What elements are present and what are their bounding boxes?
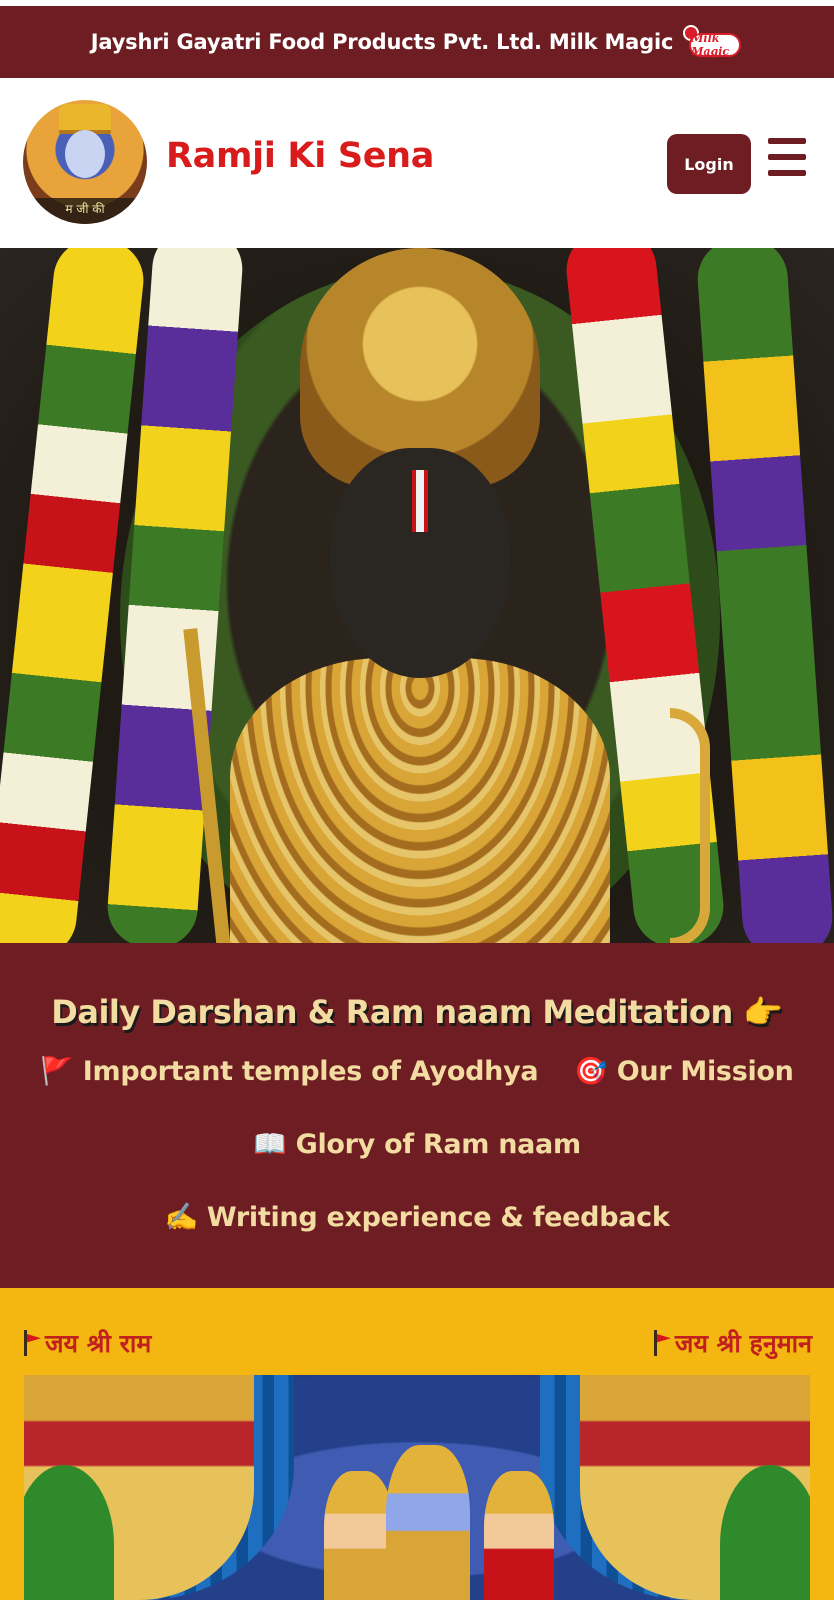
- site-title[interactable]: Ramji Ki Sena: [166, 136, 434, 176]
- menu-bar-top: [768, 138, 806, 144]
- deity-figure-sita: [484, 1471, 554, 1600]
- glory-link[interactable]: 📖 Glory of Ram naam: [253, 1128, 581, 1160]
- chant-right: जय श्री हनुमान: [653, 1326, 812, 1360]
- hamburger-menu-icon[interactable]: [768, 138, 808, 176]
- links-row: ✍️ Writing experience & feedback: [0, 1201, 834, 1233]
- links-row: 🚩 Important temples of Ayodhya 🎯 Our Mis…: [0, 1055, 834, 1087]
- deity-figure-ram: [386, 1445, 470, 1600]
- hero-image: [0, 248, 834, 943]
- deity-figure-lakshman: [324, 1471, 394, 1600]
- golden-bow: [670, 708, 710, 943]
- chant-left: जय श्री राम: [24, 1326, 151, 1360]
- chant-right-text: जय श्री हनुमान: [674, 1329, 812, 1358]
- menu-bar-bottom: [768, 170, 806, 176]
- flag-pole-icon: [653, 1330, 657, 1356]
- flag-icon: [656, 1334, 671, 1343]
- idol-jewellery: [230, 658, 610, 943]
- ram-darbar-banner: जय श्री राम जय श्री हनुमान: [0, 1288, 834, 1600]
- site-logo[interactable]: म जी की: [23, 100, 147, 224]
- flag-icon: [27, 1334, 41, 1343]
- links-row: 📖 Glory of Ram naam: [0, 1128, 834, 1160]
- temples-link[interactable]: 🚩 Important temples of Ayodhya: [40, 1055, 538, 1087]
- login-button[interactable]: Login: [667, 134, 751, 194]
- announcement-text: Jayshri Gayatri Food Products Pvt. Ltd. …: [90, 30, 674, 54]
- milk-magic-logo: Milk Magic: [683, 25, 743, 59]
- flag-pole-icon: [24, 1330, 27, 1356]
- quick-links-panel: Daily Darshan & Ram naam Meditation 👉 🚩 …: [0, 943, 834, 1288]
- feedback-link[interactable]: ✍️ Writing experience & feedback: [164, 1201, 669, 1233]
- chant-left-text: जय श्री राम: [45, 1329, 152, 1358]
- idol-tilak: [412, 470, 428, 532]
- ram-darbar-image: [24, 1375, 810, 1600]
- mission-link[interactable]: 🎯 Our Mission: [574, 1055, 794, 1087]
- meditation-link[interactable]: Daily Darshan & Ram naam Meditation 👉: [0, 993, 834, 1031]
- site-header: म जी की Ramji Ki Sena Login: [0, 78, 834, 248]
- brand-badge-label: Milk Magic: [689, 32, 742, 58]
- logo-caption: म जी की: [23, 198, 147, 224]
- announcement-bar: Jayshri Gayatri Food Products Pvt. Ltd. …: [0, 6, 834, 78]
- menu-bar-middle: [768, 154, 806, 160]
- logo-face: [65, 130, 105, 178]
